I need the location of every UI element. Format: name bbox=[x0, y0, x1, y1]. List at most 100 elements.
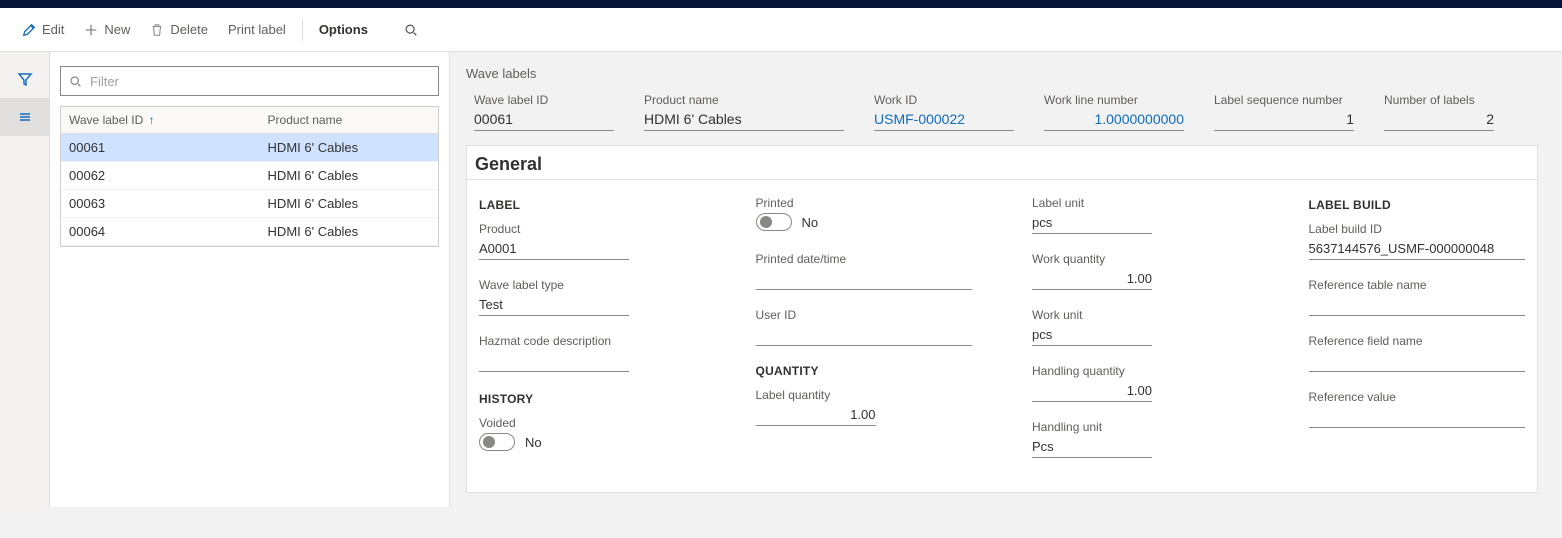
field-value[interactable]: 00061 bbox=[474, 109, 614, 131]
field-value[interactable]: 2 bbox=[1384, 109, 1494, 131]
group-quantity-title: QUANTITY bbox=[756, 364, 973, 378]
field-value[interactable]: 1.00 bbox=[1032, 269, 1152, 290]
field-label: Label build ID bbox=[1309, 222, 1526, 236]
table-row[interactable]: 00062 HDMI 6' Cables bbox=[61, 162, 438, 190]
main-layout: Wave label ID ↑ Product name 00061 HDMI … bbox=[0, 52, 1562, 507]
field-label: Label sequence number bbox=[1214, 93, 1354, 107]
pencil-icon bbox=[22, 23, 36, 37]
cell-id: 00063 bbox=[69, 196, 268, 211]
printed-toggle[interactable]: No bbox=[756, 213, 819, 231]
field-value[interactable]: 1 bbox=[1214, 109, 1354, 131]
field-value[interactable] bbox=[756, 325, 973, 346]
options-button[interactable]: Options bbox=[309, 15, 378, 45]
table-row[interactable]: 00063 HDMI 6' Cables bbox=[61, 190, 438, 218]
field-value[interactable] bbox=[1309, 295, 1526, 316]
col-printed-quantity: Printed No Printed date/time User ID bbox=[756, 196, 973, 476]
field-value[interactable] bbox=[479, 351, 629, 372]
trash-icon bbox=[150, 23, 164, 37]
plus-icon bbox=[84, 23, 98, 37]
col-work: Label unit pcs Work quantity 1.00 Work u… bbox=[1032, 196, 1249, 476]
field-label: Product bbox=[479, 222, 696, 236]
field-work-quantity: Work quantity 1.00 bbox=[1032, 252, 1249, 290]
lines-icon bbox=[17, 109, 33, 125]
filter-input[interactable] bbox=[88, 73, 430, 90]
field-handling-quantity: Handling quantity 1.00 bbox=[1032, 364, 1249, 402]
field-value[interactable]: 1.00 bbox=[1032, 381, 1152, 402]
search-button[interactable] bbox=[394, 15, 428, 45]
col-label-build: LABEL BUILD Label build ID 5637144576_US… bbox=[1309, 196, 1526, 476]
field-label: Wave label type bbox=[479, 278, 696, 292]
filter-box[interactable] bbox=[60, 66, 439, 96]
col-product-name-text: Product name bbox=[268, 113, 343, 127]
filter-pane-button[interactable] bbox=[0, 60, 49, 98]
field-label-unit: Label unit pcs bbox=[1032, 196, 1249, 234]
field-label: Handling unit bbox=[1032, 420, 1249, 434]
delete-button[interactable]: Delete bbox=[140, 15, 218, 45]
field-label: Product name bbox=[644, 93, 844, 107]
list-pane-button[interactable] bbox=[0, 98, 49, 136]
field-value[interactable]: 1.00 bbox=[756, 405, 876, 426]
sort-arrow-icon: ↑ bbox=[149, 113, 155, 127]
field-value[interactable]: HDMI 6' Cables bbox=[644, 109, 844, 131]
field-value[interactable] bbox=[1309, 351, 1526, 372]
cell-product: HDMI 6' Cables bbox=[268, 168, 430, 183]
voided-toggle[interactable]: No bbox=[479, 433, 542, 451]
field-label: Reference table name bbox=[1309, 278, 1526, 292]
field-hazmat: Hazmat code description bbox=[479, 334, 696, 372]
hdr-work-id: Work ID USMF-000022 bbox=[874, 93, 1014, 131]
edit-button[interactable]: Edit bbox=[12, 15, 74, 45]
table-row[interactable]: 00061 HDMI 6' Cables bbox=[61, 134, 438, 162]
field-ref-field: Reference field name bbox=[1309, 334, 1526, 372]
field-label: Reference value bbox=[1309, 390, 1526, 404]
field-product: Product A0001 bbox=[479, 222, 696, 260]
print-label-text: Print label bbox=[228, 22, 286, 37]
new-button[interactable]: New bbox=[74, 15, 140, 45]
list-panel: Wave label ID ↑ Product name 00061 HDMI … bbox=[50, 52, 450, 507]
group-label-build-title: LABEL BUILD bbox=[1309, 198, 1526, 212]
cell-id: 00064 bbox=[69, 224, 268, 239]
field-value[interactable] bbox=[756, 269, 973, 290]
field-ref-table: Reference table name bbox=[1309, 278, 1526, 316]
field-wave-label-type: Wave label type Test bbox=[479, 278, 696, 316]
field-value[interactable]: Pcs bbox=[1032, 437, 1152, 458]
general-section-header[interactable]: General bbox=[467, 150, 1537, 180]
col-label-history: LABEL Product A0001 Wave label type Test… bbox=[479, 196, 696, 476]
field-value[interactable]: A0001 bbox=[479, 239, 629, 260]
delete-label: Delete bbox=[170, 22, 208, 37]
field-label: Work ID bbox=[874, 93, 1014, 107]
toggle-value: No bbox=[802, 215, 819, 230]
detail-inner: General LABEL Product A0001 Wave label t… bbox=[466, 145, 1538, 493]
col-wave-label-id-text: Wave label ID bbox=[69, 113, 143, 127]
hdr-wave-label-id: Wave label ID 00061 bbox=[474, 93, 614, 131]
hdr-label-seq-number: Label sequence number 1 bbox=[1214, 93, 1354, 131]
field-user-id: User ID bbox=[756, 308, 973, 346]
print-label-button[interactable]: Print label bbox=[218, 15, 296, 45]
group-history-title: HISTORY bbox=[479, 392, 696, 406]
col-product-name[interactable]: Product name bbox=[268, 113, 430, 127]
cell-product: HDMI 6' Cables bbox=[268, 224, 430, 239]
options-label: Options bbox=[319, 22, 368, 37]
field-label: Number of labels bbox=[1384, 93, 1494, 107]
wave-labels-grid: Wave label ID ↑ Product name 00061 HDMI … bbox=[60, 106, 439, 247]
hdr-work-line-number: Work line number 1.0000000000 bbox=[1044, 93, 1184, 131]
field-printed-datetime: Printed date/time bbox=[756, 252, 973, 290]
toolbar-divider bbox=[302, 19, 303, 41]
field-value[interactable]: 5637144576_USMF-000000048 bbox=[1309, 239, 1526, 260]
field-value[interactable]: Test bbox=[479, 295, 629, 316]
search-icon bbox=[404, 23, 418, 37]
field-value[interactable] bbox=[1309, 407, 1526, 428]
app-header-strip bbox=[0, 0, 1562, 8]
field-label: Label unit bbox=[1032, 196, 1249, 210]
field-value[interactable]: pcs bbox=[1032, 213, 1152, 234]
field-value-link[interactable]: 1.0000000000 bbox=[1044, 109, 1184, 131]
col-wave-label-id[interactable]: Wave label ID ↑ bbox=[69, 113, 268, 127]
field-value[interactable]: pcs bbox=[1032, 325, 1152, 346]
field-label: Handling quantity bbox=[1032, 364, 1249, 378]
toggle-knob bbox=[756, 213, 792, 231]
group-label-title: LABEL bbox=[479, 198, 696, 212]
field-printed: Printed No bbox=[756, 196, 973, 234]
field-label: User ID bbox=[756, 308, 973, 322]
field-value-link[interactable]: USMF-000022 bbox=[874, 109, 1014, 131]
cell-id: 00061 bbox=[69, 140, 268, 155]
table-row[interactable]: 00064 HDMI 6' Cables bbox=[61, 218, 438, 246]
